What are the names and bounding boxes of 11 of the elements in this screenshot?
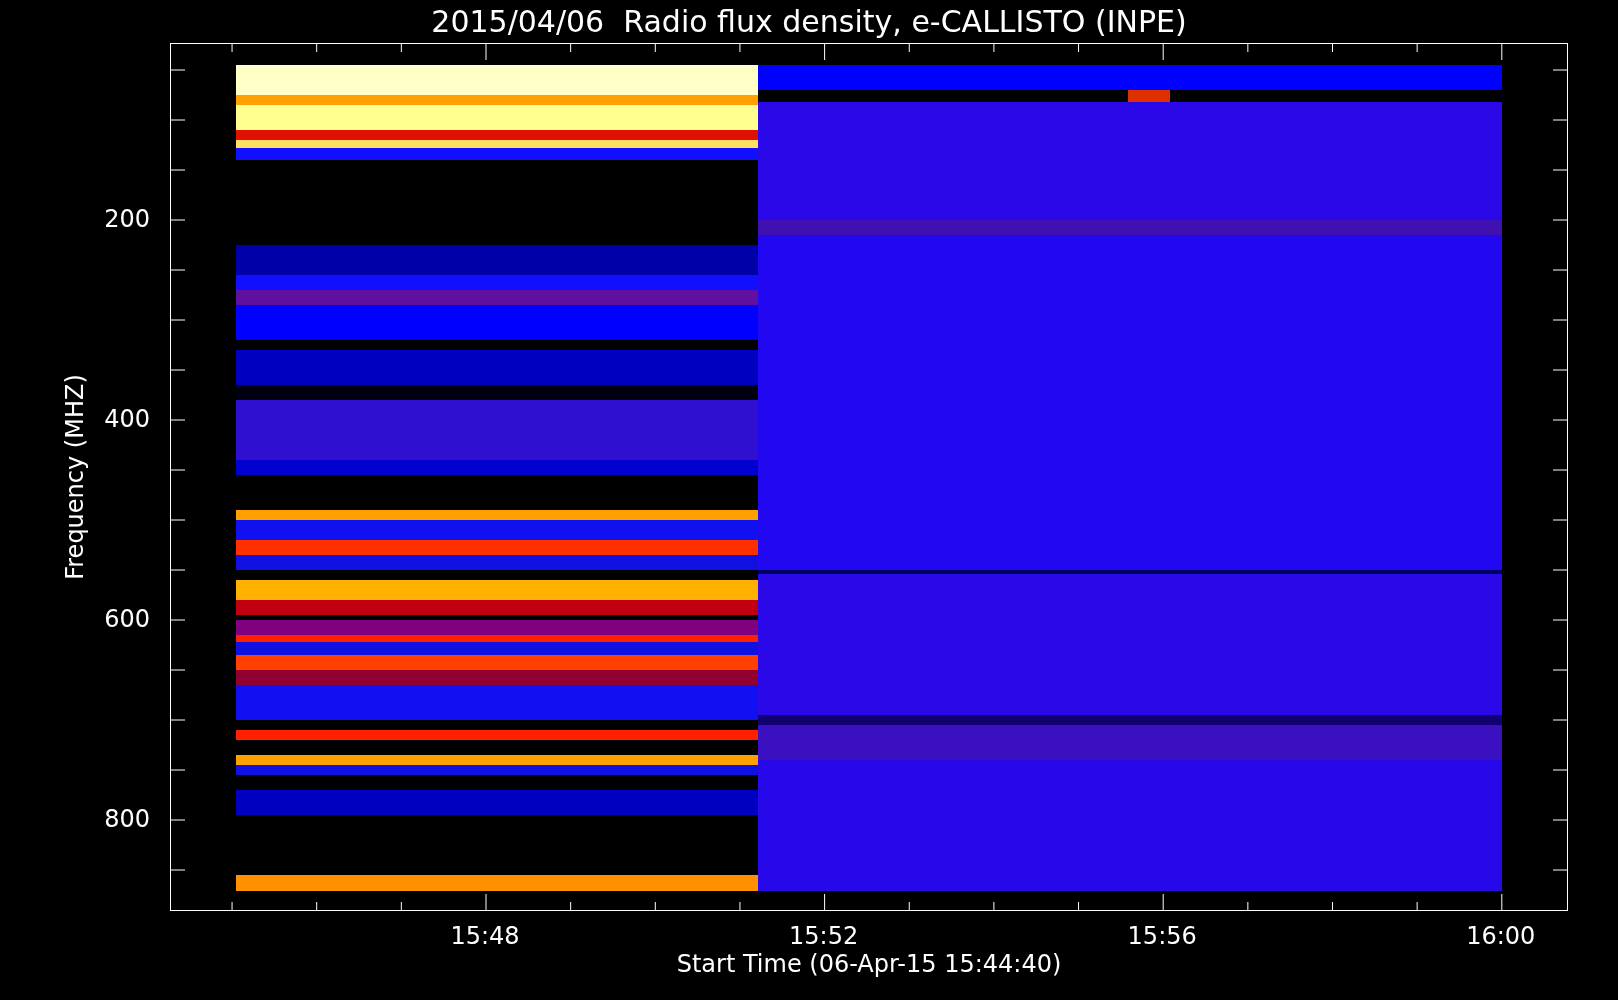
x-tick-label: 15:52 <box>788 922 860 950</box>
y-tick-label: 200 <box>103 205 150 233</box>
x-axis-title: Start Time (06-Apr-15 15:44:40) <box>675 950 1063 978</box>
plot-title: 2015/04/06 Radio flux density, e-CALLISTO (INPE) <box>430 3 1188 41</box>
y-axis-title: Frequency (MHZ) <box>61 374 89 580</box>
y-tick-label: 400 <box>103 405 150 433</box>
x-tick-label: 15:48 <box>449 922 521 950</box>
x-tick-label: 16:00 <box>1465 922 1537 950</box>
y-tick-label: 800 <box>103 805 150 833</box>
y-tick-label: 600 <box>103 605 150 633</box>
x-tick-label: 15:56 <box>1126 922 1198 950</box>
